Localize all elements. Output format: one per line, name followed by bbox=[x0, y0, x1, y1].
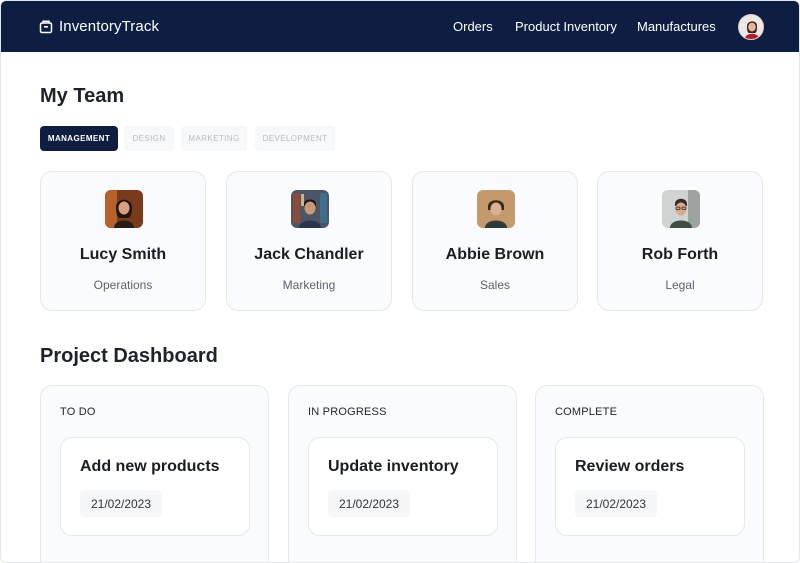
column-title: TO DO bbox=[60, 406, 96, 418]
tab-management[interactable]: MANAGEMENT bbox=[40, 126, 118, 151]
tab-development[interactable]: DEVELOPMENT bbox=[255, 126, 335, 151]
task-title: Review orders bbox=[575, 458, 685, 475]
team-member-role: Operations bbox=[93, 278, 153, 292]
team-member-card[interactable]: Abbie Brown Sales bbox=[412, 171, 578, 311]
nav-product-inventory-link[interactable]: Product Inventory bbox=[515, 19, 617, 34]
nav-manufactures-link[interactable]: Manufactures bbox=[637, 19, 716, 34]
column-title: IN PROGRESS bbox=[308, 406, 387, 418]
team-member-role: Legal bbox=[665, 278, 695, 292]
kanban-column-complete: COMPLETE Review orders 21/02/2023 bbox=[535, 385, 764, 562]
brand-name: InventoryTrack bbox=[59, 18, 160, 35]
team-member-name: Abbie Brown bbox=[445, 246, 545, 263]
project-dashboard-heading: Project Dashboard bbox=[40, 345, 218, 367]
column-title: COMPLETE bbox=[555, 406, 618, 418]
box-logo-icon bbox=[39, 19, 53, 33]
task-date-badge: 21/02/2023 bbox=[328, 490, 410, 517]
my-team-heading: My Team bbox=[40, 85, 125, 107]
task-date-badge: 21/02/2023 bbox=[80, 490, 162, 517]
team-member-card[interactable]: Jack Chandler Marketing bbox=[226, 171, 392, 311]
task-card[interactable]: Update inventory 21/02/2023 bbox=[308, 437, 498, 536]
user-avatar-image bbox=[739, 15, 763, 39]
task-title: Add new products bbox=[80, 458, 220, 475]
nav-orders-link[interactable]: Orders bbox=[453, 19, 493, 34]
team-member-name: Rob Forth bbox=[641, 246, 719, 263]
task-date-badge: 21/02/2023 bbox=[575, 490, 657, 517]
team-member-photo bbox=[662, 190, 700, 228]
top-navbar: InventoryTrack Orders Product Inventory … bbox=[1, 1, 799, 52]
task-title: Update inventory bbox=[328, 458, 459, 475]
kanban-column-in-progress: IN PROGRESS Update inventory 21/02/2023 bbox=[288, 385, 517, 562]
team-member-card[interactable]: Lucy Smith Operations bbox=[40, 171, 206, 311]
user-avatar[interactable] bbox=[738, 14, 764, 40]
team-member-photo bbox=[291, 190, 329, 228]
task-card[interactable]: Review orders 21/02/2023 bbox=[555, 437, 745, 536]
team-member-name: Jack Chandler bbox=[254, 246, 364, 263]
tab-design[interactable]: DESIGN bbox=[124, 126, 174, 151]
app-window: InventoryTrack Orders Product Inventory … bbox=[0, 0, 800, 563]
team-member-photo bbox=[477, 190, 515, 228]
task-card[interactable]: Add new products 21/02/2023 bbox=[60, 437, 250, 536]
team-member-photo bbox=[105, 190, 143, 228]
kanban-column-todo: TO DO Add new products 21/02/2023 bbox=[40, 385, 269, 562]
brand[interactable]: InventoryTrack bbox=[39, 18, 159, 35]
team-member-role: Marketing bbox=[282, 278, 336, 292]
tab-marketing[interactable]: MARKETING bbox=[181, 126, 247, 151]
team-member-role: Sales bbox=[479, 278, 511, 292]
team-member-card[interactable]: Rob Forth Legal bbox=[597, 171, 763, 311]
team-member-name: Lucy Smith bbox=[79, 246, 167, 263]
